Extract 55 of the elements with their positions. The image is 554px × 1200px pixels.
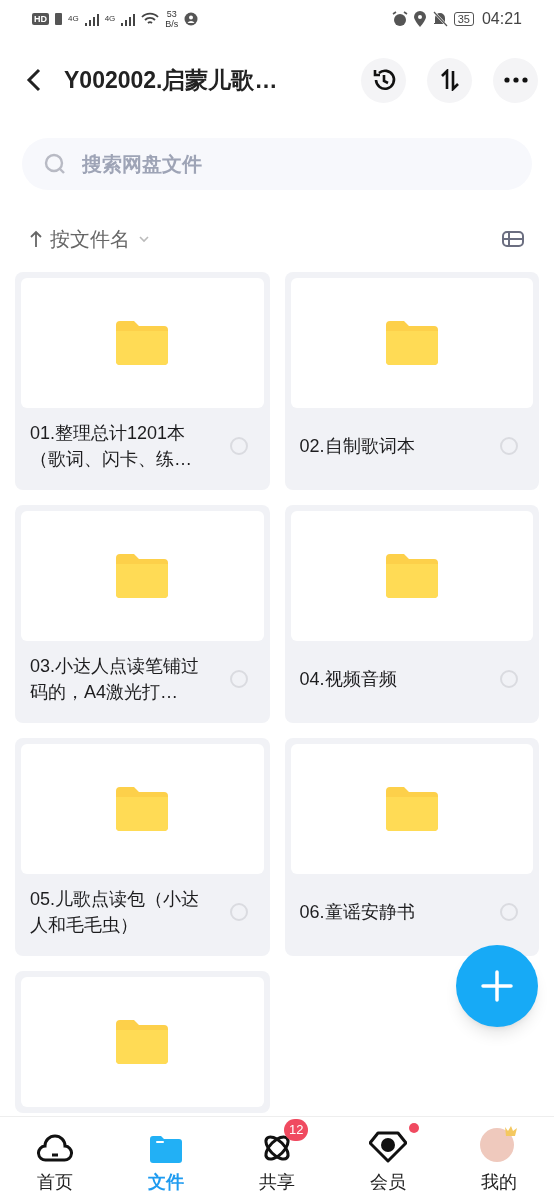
muted-bell-icon [431,11,448,27]
search-field[interactable]: 搜索网盘文件 [22,138,532,190]
back-icon[interactable] [26,68,42,92]
network-type: 4G [68,13,79,25]
folder-name: 04.视频音频 [299,668,398,691]
sort-button[interactable] [427,57,472,103]
search-icon [44,153,66,175]
orbit-icon [262,1133,292,1163]
folder-name: 05.儿歌点读包（小达人和毛毛虫） [30,888,201,937]
folder-icon [150,1135,183,1163]
folder-icon [383,319,440,367]
alarm-icon [391,11,408,27]
folder-icon [114,1018,171,1066]
speed-unit: B/s [165,19,179,29]
sim-icon [55,13,62,25]
folder-icon [114,785,171,833]
hd-indicator: HD [32,13,49,25]
signal-icon [84,12,99,26]
nav-tab[interactable]: 会员 [332,1117,444,1200]
folder-icon [383,552,440,600]
network-type: 4G [104,13,116,25]
sort-order-button[interactable]: 按文件名 [30,224,150,254]
nav-tab[interactable]: 首页 [0,1117,111,1200]
folder-name: 06.童谣安静书 [299,901,416,924]
folder-card[interactable]: 06.童谣安静书 [284,738,539,956]
more-button[interactable] [493,57,538,103]
folder-name: 02.自制歌词本 [299,435,416,458]
folder-card[interactable]: 02.自制歌词本 [284,272,539,490]
nav-tab[interactable]: 我的 [443,1117,554,1200]
battery-indicator: 35 [453,12,474,26]
clock: 04:21 [481,9,522,29]
folder-card[interactable]: 01.整理总计1201本（歌词、闪卡、练… [15,272,270,490]
location-icon [413,11,426,27]
up-arrow-icon [30,230,42,248]
network-speed: 53 [166,9,177,19]
nav-tab[interactable]: 12 共享 [221,1117,333,1200]
chevron-down-icon [138,235,150,243]
folder-icon [114,319,171,367]
history-button[interactable] [361,57,406,103]
folder-card[interactable]: 05.儿歌点读包（小达人和毛毛虫） [15,738,270,956]
diamond-icon [368,1131,407,1163]
folder-icon [383,785,440,833]
more-icon [503,77,528,83]
count-badge: 12 [284,1119,309,1141]
folder-icon [114,552,171,600]
folder-name: 01.整理总计1201本（歌词、闪卡、练… [30,422,193,471]
folder-card[interactable]: 04.视频音频 [284,505,539,723]
view-toggle-icon[interactable] [502,231,524,247]
folder-card[interactable]: 03.小达人点读笔铺过码的，A4激光打… [15,505,270,723]
page-title: Y002002.启蒙儿歌… [64,65,279,95]
wifi-icon [141,12,160,26]
plus-icon [481,970,513,1002]
signal-icon [121,12,136,26]
cloud-icon [37,1133,74,1163]
folder-name: 03.小达人点读笔铺过码的，A4激光打… [30,655,201,704]
